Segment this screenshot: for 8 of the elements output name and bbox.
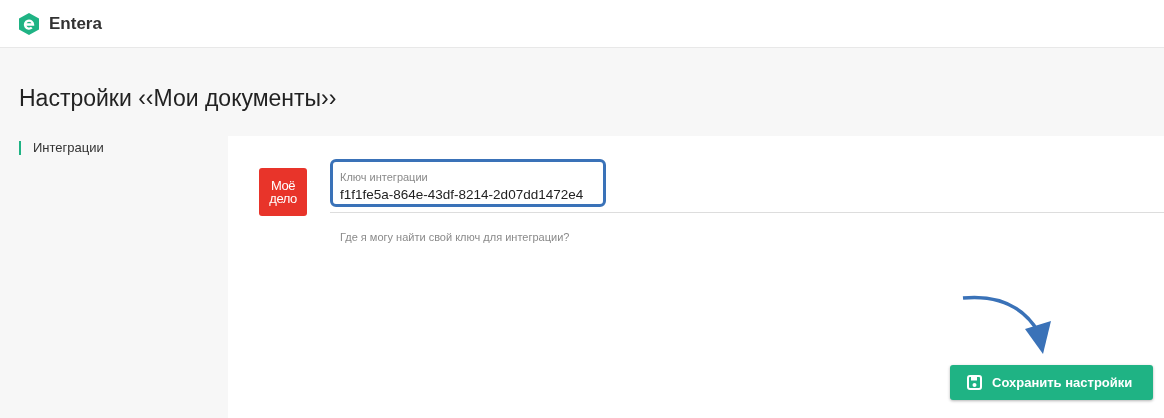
help-link[interactable]: Где я могу найти свой ключ для интеграции? (340, 231, 570, 243)
sidebar-item[interactable]: Интеграции (19, 141, 104, 155)
save-icon (967, 375, 982, 390)
service-logo: Моё дело (259, 168, 307, 216)
brand-name: Entera (49, 13, 102, 34)
logo-icon (19, 12, 39, 35)
page-title: Настройки ‹‹Мои документы›› (19, 85, 337, 112)
input-field[interactable]: Ключ интеграции f1f1fe5a-864e-43df-8214-2d07dd1472e4 (330, 159, 606, 207)
